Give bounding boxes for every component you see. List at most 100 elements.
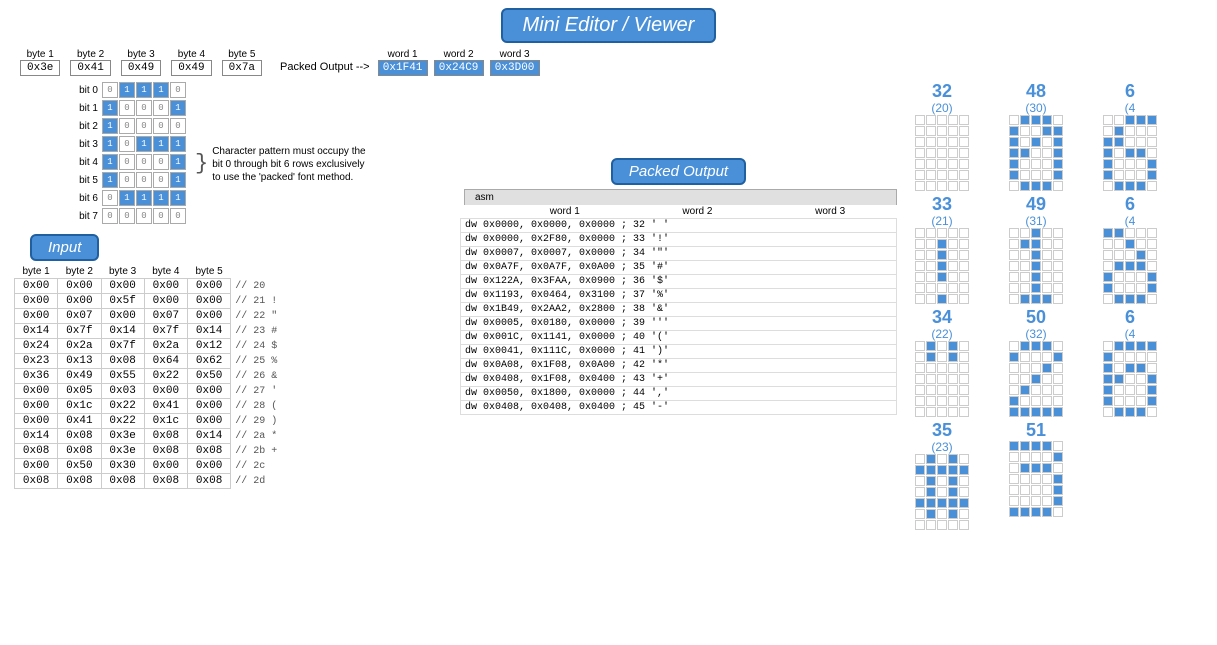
bit-cell[interactable]: 0: [153, 172, 169, 188]
bit-cell[interactable]: 1: [170, 172, 186, 188]
bit-cell[interactable]: 0: [153, 118, 169, 134]
cell-value: 0x00: [144, 384, 187, 399]
asm-tab[interactable]: asm: [464, 189, 897, 205]
char-pixel: [1147, 374, 1157, 384]
char-pixel: [959, 520, 969, 530]
bit-cell[interactable]: 0: [170, 118, 186, 134]
char-sub: (21): [931, 215, 952, 228]
bit-cell[interactable]: 0: [102, 208, 118, 224]
char-pixel: [1031, 170, 1041, 180]
char-pixel: [948, 374, 958, 384]
bit-row-label: bit 2: [70, 121, 98, 132]
bit-cell[interactable]: 0: [136, 172, 152, 188]
char-pixel: [1020, 115, 1030, 125]
char-pixel: [1147, 239, 1157, 249]
char-pixel: [1114, 374, 1124, 384]
char-pixel: [1136, 294, 1146, 304]
char-pixel: [915, 170, 925, 180]
bit-cell[interactable]: 0: [170, 82, 186, 98]
bit-cell[interactable]: 1: [153, 82, 169, 98]
cell-value: 0x7f: [58, 324, 101, 339]
char-pixel: [948, 509, 958, 519]
app-title: Mini Editor / Viewer: [501, 8, 717, 43]
char-pixel: [1136, 283, 1146, 293]
input-section: Input byte 1byte 2byte 3byte 4byte 5 0x0…: [10, 234, 450, 489]
bit-cell[interactable]: 1: [119, 190, 135, 206]
char-pixel: [926, 385, 936, 395]
bit-cell[interactable]: 0: [170, 208, 186, 224]
char-pixel: [1031, 228, 1041, 238]
table-row: 0x360x490x550x220x50// 26 &: [15, 369, 284, 384]
bit-cell[interactable]: 1: [153, 136, 169, 152]
bit-cell[interactable]: 0: [119, 100, 135, 116]
row-comment: // 2c: [231, 459, 284, 474]
bit-cell[interactable]: 1: [102, 172, 118, 188]
bit-cell[interactable]: 0: [153, 208, 169, 224]
bit-cell[interactable]: 1: [102, 136, 118, 152]
annotation-text: Character pattern must occupy the bit 0 …: [212, 145, 372, 184]
bit-cell[interactable]: 0: [136, 208, 152, 224]
bit-cell[interactable]: 1: [170, 190, 186, 206]
bit-cell[interactable]: 0: [136, 118, 152, 134]
char-pixel: [1042, 115, 1052, 125]
bit-cell[interactable]: 1: [170, 136, 186, 152]
bit-cell[interactable]: 1: [102, 154, 118, 170]
char-pixel: [1009, 250, 1019, 260]
char-sub: (31): [1025, 215, 1046, 228]
cell-value: 0x64: [144, 354, 187, 369]
bit-cell[interactable]: 1: [136, 136, 152, 152]
bit-cell[interactable]: 1: [102, 118, 118, 134]
char-pixel: [1053, 396, 1063, 406]
cell-value: 0x00: [188, 294, 231, 309]
char-pixel: [1147, 250, 1157, 260]
bit-cell[interactable]: 1: [170, 154, 186, 170]
char-pixel: [1042, 452, 1052, 462]
bit-cell[interactable]: 0: [102, 190, 118, 206]
bit-cell[interactable]: 1: [136, 190, 152, 206]
byte-label: byte 2: [77, 49, 104, 60]
char-pixel: [937, 407, 947, 417]
bit-cell[interactable]: 0: [136, 100, 152, 116]
bit-cell[interactable]: 0: [102, 82, 118, 98]
char-pixel: [1031, 463, 1041, 473]
char-pixel: [1020, 181, 1030, 191]
bit-cell[interactable]: 1: [119, 82, 135, 98]
bit-cell[interactable]: 0: [119, 118, 135, 134]
bit-cell[interactable]: 1: [170, 100, 186, 116]
char-pixel: [1020, 250, 1030, 260]
char-pixel: [915, 250, 925, 260]
char-pixel: [1114, 272, 1124, 282]
bit-cell[interactable]: 0: [119, 154, 135, 170]
char-pixel: [1147, 396, 1157, 406]
char-item: 48(30): [991, 82, 1081, 191]
bit-cell[interactable]: 0: [119, 172, 135, 188]
char-pixel: [1031, 115, 1041, 125]
char-pixel: [1103, 283, 1113, 293]
char-pixel: [1147, 148, 1157, 158]
char-sub: (22): [931, 328, 952, 341]
bit-cell[interactable]: 1: [102, 100, 118, 116]
char-pixel: [937, 228, 947, 238]
char-pixel: [1114, 159, 1124, 169]
table-row: 0x000x070x000x070x00// 22 ": [15, 309, 284, 324]
char-pixel: [1042, 294, 1052, 304]
bit-cell[interactable]: 0: [153, 154, 169, 170]
bit-cell[interactable]: 0: [119, 208, 135, 224]
bit-cell[interactable]: 1: [153, 190, 169, 206]
cell-value: 0x07: [58, 309, 101, 324]
char-pixel: [1009, 283, 1019, 293]
char-pixel: [1114, 228, 1124, 238]
bit-cell[interactable]: 1: [136, 82, 152, 98]
char-pixel: [1009, 148, 1019, 158]
char-pixel: [1042, 474, 1052, 484]
char-pixel: [915, 148, 925, 158]
bit-cell[interactable]: 0: [119, 136, 135, 152]
cell-value: 0x08: [144, 429, 187, 444]
col-header: byte 2: [58, 265, 101, 279]
char-pixel: [1031, 352, 1041, 362]
char-pixel: [1031, 283, 1041, 293]
bit-cell[interactable]: 0: [136, 154, 152, 170]
char-pixel: [926, 159, 936, 169]
bit-cell[interactable]: 0: [153, 100, 169, 116]
cell-value: 0x41: [144, 399, 187, 414]
